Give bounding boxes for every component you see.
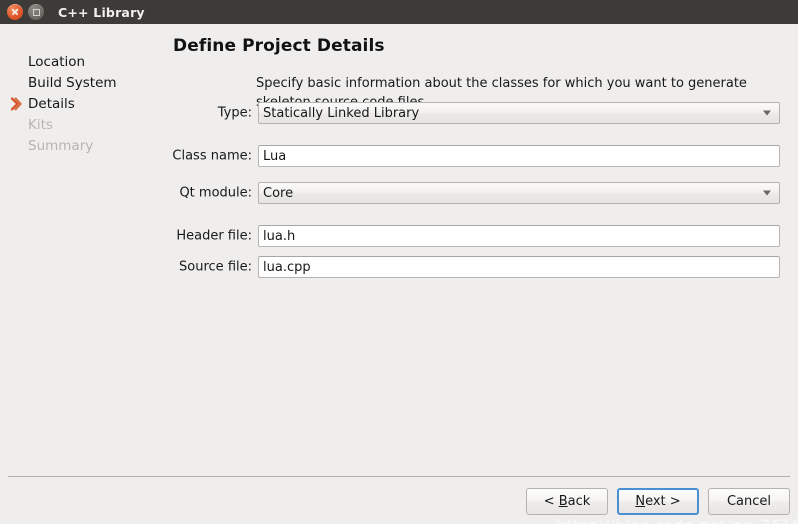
back-button[interactable]: < Back [526,488,608,515]
class-name-input[interactable]: Lua [258,145,780,167]
class-name-value: Lua [263,148,287,164]
form-row-type: Type: Statically Linked Library [168,102,788,124]
cancel-button[interactable]: Cancel [708,488,790,515]
sidebar-item-build-system[interactable]: Build System [28,73,117,93]
back-button-label: < Back [543,494,591,509]
sidebar-item-label: Details [28,96,75,112]
page-title: Define Project Details [173,36,385,56]
qt-module-label: Qt module: [179,185,252,201]
sidebar-item-location[interactable]: Location [28,52,85,72]
window-title: C++ Library [58,4,145,20]
sidebar-item-summary: Summary [28,136,93,156]
next-button-label: Next > [635,494,681,509]
qt-module-combobox[interactable]: Core [258,182,780,204]
chevron-down-icon [763,110,771,116]
form-row-qt-module: Qt module: Core [168,182,788,204]
wizard-step-sidebar: Location Build System Details Kits Summa… [0,24,168,524]
chevron-right-icon [10,97,22,111]
header-file-value: lua.h [263,228,296,244]
type-label: Type: [217,105,252,121]
header-file-input[interactable]: lua.h [258,225,780,247]
wizard-page-details: Define Project Details Specify basic inf… [168,24,798,524]
source-file-label: Source file: [179,259,252,275]
sidebar-item-label: Location [28,54,86,70]
source-file-value: lua.cpp [263,259,311,275]
maximize-icon[interactable] [28,4,44,20]
footer-separator [8,476,790,477]
type-combobox[interactable]: Statically Linked Library [258,102,780,124]
form-row-source-file: Source file: lua.cpp [168,256,788,278]
window-body: Location Build System Details Kits Summa… [0,24,798,524]
cancel-button-label: Cancel [726,494,772,509]
sidebar-item-details[interactable]: Details [10,94,75,114]
next-button[interactable]: Next > [617,488,699,515]
sidebar-item-label: Summary [28,138,94,154]
class-name-label: Class name: [172,148,252,164]
form-row-header-file: Header file: lua.h [168,225,788,247]
close-icon[interactable] [7,4,23,20]
sidebar-item-label: Kits [28,117,53,133]
cpp-library-wizard-window: C++ Library Location Build System Detail… [0,0,798,524]
title-bar: C++ Library [0,0,798,24]
dialog-button-bar: < Back Next > Cancel [526,488,790,515]
form-row-class-name: Class name: Lua [168,145,788,167]
type-value: Statically Linked Library [263,105,420,121]
sidebar-item-label: Build System [28,75,117,91]
source-file-input[interactable]: lua.cpp [258,256,780,278]
qt-module-value: Core [263,185,294,201]
sidebar-item-kits: Kits [28,115,53,135]
chevron-down-icon [763,190,771,196]
header-file-label: Header file: [176,228,252,244]
